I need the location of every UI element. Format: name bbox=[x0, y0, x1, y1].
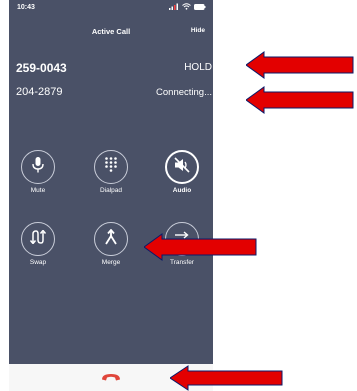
swap-label: Swap bbox=[29, 259, 47, 266]
dialpad-label: Dialpad bbox=[99, 187, 123, 194]
status-bar: 10:43 bbox=[9, 0, 213, 18]
swap-circle[interactable] bbox=[21, 222, 55, 256]
dialpad-button[interactable]: Dialpad bbox=[93, 150, 129, 194]
call-number: 204-2879 bbox=[16, 86, 63, 98]
dialpad-icon bbox=[104, 156, 118, 178]
annotation-arrow-connecting bbox=[246, 86, 354, 114]
audio-label: Audio bbox=[172, 187, 192, 194]
call-status: HOLD bbox=[184, 62, 212, 73]
merge-label: Merge bbox=[101, 259, 121, 266]
end-call-icon bbox=[100, 369, 122, 387]
signal-icon bbox=[169, 3, 179, 12]
speaker-mute-icon bbox=[173, 156, 191, 178]
hide-button[interactable]: Hide bbox=[191, 27, 205, 34]
battery-icon bbox=[194, 3, 206, 12]
call-header: Active Call Hide bbox=[9, 27, 213, 41]
microphone-icon bbox=[31, 156, 45, 179]
phone-screen: 10:43 Active Call Hide 259-0043 HOLD 204… bbox=[9, 0, 213, 391]
wifi-icon bbox=[182, 3, 191, 12]
end-call-button[interactable] bbox=[97, 371, 125, 385]
audio-circle[interactable] bbox=[165, 150, 199, 184]
swap-icon bbox=[29, 228, 47, 249]
mute-label: Mute bbox=[30, 187, 46, 194]
annotation-arrow-merge bbox=[144, 233, 257, 261]
dialpad-circle[interactable] bbox=[94, 150, 128, 184]
audio-button[interactable]: Audio bbox=[164, 150, 200, 194]
merge-circle[interactable] bbox=[94, 222, 128, 256]
annotation-arrow-hold bbox=[246, 51, 354, 79]
swap-button[interactable]: Swap bbox=[20, 222, 56, 266]
merge-button[interactable]: Merge bbox=[93, 222, 129, 266]
call-status: Connecting... bbox=[156, 87, 212, 98]
page-title: Active Call bbox=[91, 27, 131, 36]
system-icons bbox=[169, 3, 206, 12]
merge-icon bbox=[103, 228, 119, 250]
annotation-arrow-end-call bbox=[170, 365, 283, 391]
call-number: 259-0043 bbox=[16, 61, 67, 75]
status-time: 10:43 bbox=[17, 4, 35, 11]
mute-circle[interactable] bbox=[21, 150, 55, 184]
mute-button[interactable]: Mute bbox=[20, 150, 56, 194]
